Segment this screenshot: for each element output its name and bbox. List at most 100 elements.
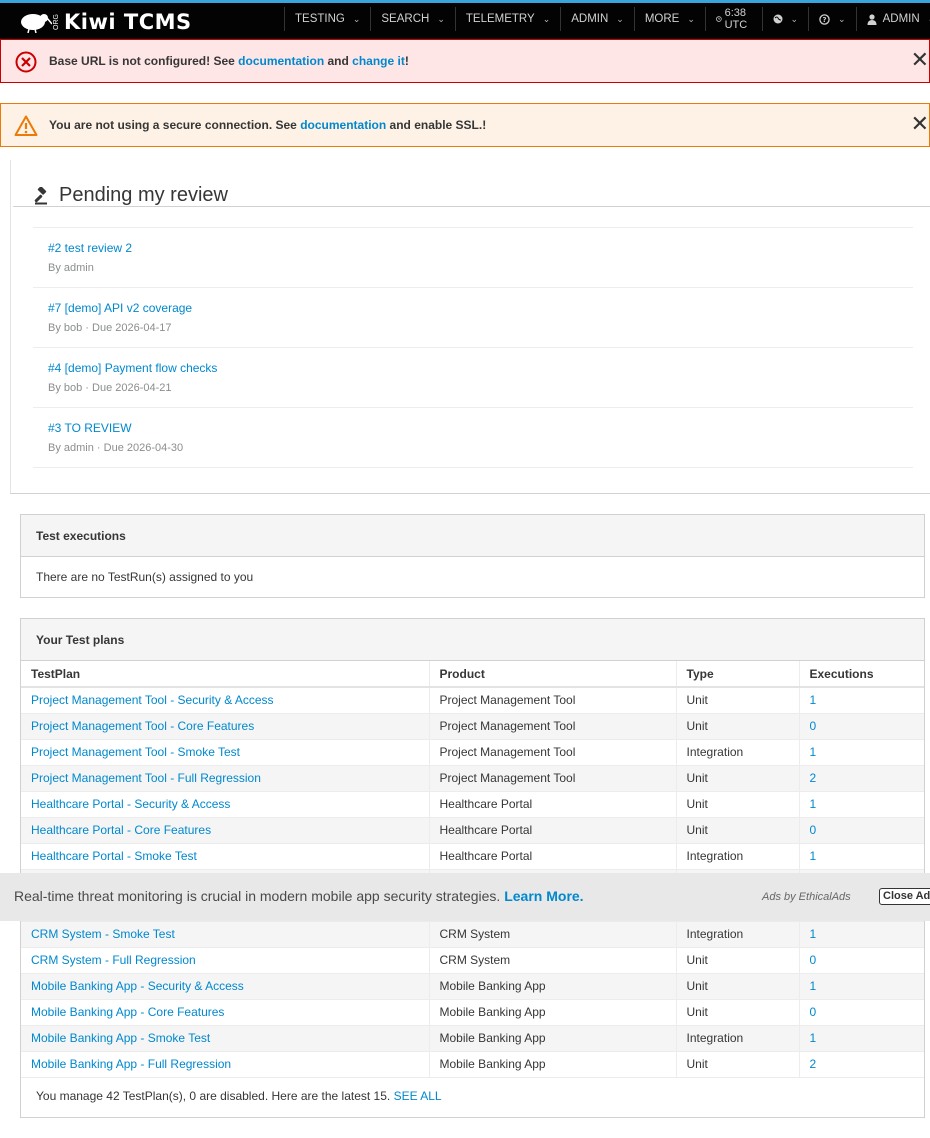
executions-cell: 0 bbox=[799, 713, 924, 740]
chevron-down-icon: ⌄ bbox=[616, 13, 624, 24]
table-row: CRM System - Smoke Test CRM System Integra… bbox=[21, 921, 924, 948]
column-header[interactable]: Type bbox=[676, 661, 800, 688]
plan-link[interactable]: Project Management Tool - Full Regressio… bbox=[31, 771, 261, 785]
alert-text-prefix: You are not using a secure connection. S… bbox=[49, 118, 301, 132]
column-header[interactable]: Product bbox=[429, 661, 677, 688]
table-row: Mobile Banking App - Core Features Mobile… bbox=[21, 999, 924, 1026]
nav-user-menu[interactable]: admin ⌄ bbox=[855, 7, 930, 31]
test-plans-table: TestPlan Product Type Executions Project… bbox=[21, 661, 924, 1078]
review-link[interactable]: #7 [demo] API v2 coverage bbox=[48, 301, 192, 315]
type-cell: Unit bbox=[676, 765, 800, 792]
product-cell: Project Management Tool bbox=[429, 687, 677, 714]
type-cell: Unit bbox=[676, 817, 800, 844]
executions-link[interactable]: 1 bbox=[810, 745, 817, 759]
nav-clock[interactable]: 6:38 UTC bbox=[704, 7, 762, 31]
ssl-alert-text: You are not using a secure connection. S… bbox=[49, 118, 486, 132]
nav-help-menu[interactable]: ? ⌄ bbox=[808, 7, 856, 31]
nav-testing-menu[interactable]: TESTING ⌄ bbox=[284, 7, 370, 31]
plan-name-cell: Project Management Tool - Security & Acc… bbox=[21, 687, 430, 714]
table-row: Project Management Tool - Core Features P… bbox=[21, 713, 924, 740]
close-icon[interactable]: ✕ bbox=[911, 113, 929, 135]
plan-name-cell: Project Management Tool - Smoke Test bbox=[21, 739, 430, 766]
close-icon[interactable]: ✕ bbox=[911, 49, 929, 71]
plan-link[interactable]: Mobile Banking App - Smoke Test bbox=[31, 1031, 210, 1045]
nav-more-menu[interactable]: MORE ⌄ bbox=[633, 7, 705, 31]
plan-link[interactable]: Healthcare Portal - Core Features bbox=[31, 823, 211, 837]
plan-link[interactable]: CRM System - Smoke Test bbox=[31, 927, 175, 941]
alert-text-suffix: ! bbox=[404, 54, 409, 68]
user-icon bbox=[867, 13, 877, 25]
gavel-icon bbox=[34, 186, 47, 204]
plan-link[interactable]: CRM System - Full Regression bbox=[31, 953, 196, 967]
executions-cell: 1 bbox=[799, 791, 924, 818]
close-ad-button[interactable]: Close Ad bbox=[879, 888, 930, 905]
type-cell: Unit bbox=[676, 791, 800, 818]
table-row: Mobile Banking App - Security & Access Mo… bbox=[21, 973, 924, 1000]
executions-link[interactable]: 1 bbox=[810, 927, 817, 941]
executions-link[interactable]: 0 bbox=[810, 953, 817, 967]
test-plans-panel: Your Test plans TestPlan Product Type Ex… bbox=[20, 618, 925, 1118]
top-navbar: ORG Kiwi TCMS TESTING ⌄ SEARCH ⌄ TELEMETRY… bbox=[0, 0, 930, 39]
executions-link[interactable]: 1 bbox=[810, 693, 817, 707]
plan-link[interactable]: Project Management Tool - Security & Acc… bbox=[31, 693, 274, 707]
chevron-down-icon: ⌄ bbox=[687, 13, 695, 24]
column-header[interactable]: Executions bbox=[799, 661, 924, 688]
table-row: Mobile Banking App - Full Regression Mobi… bbox=[21, 1051, 924, 1078]
alert-text-prefix: Base URL is not configured! See bbox=[49, 54, 239, 68]
list-item: #7 [demo] API v2 coverage By bob · Due 2… bbox=[33, 287, 913, 347]
plan-link[interactable]: Healthcare Portal - Security & Access bbox=[31, 797, 230, 811]
executions-link[interactable]: 0 bbox=[810, 1005, 817, 1019]
executions-link[interactable]: 1 bbox=[810, 849, 817, 863]
nav-telemetry-menu[interactable]: TELEMETRY ⌄ bbox=[454, 7, 560, 31]
table-row: Project Management Tool - Security & Acc… bbox=[21, 687, 924, 714]
nav-language-menu[interactable]: ⌄ bbox=[761, 7, 809, 31]
plan-link[interactable]: Mobile Banking App - Security & Access bbox=[31, 979, 244, 993]
executions-cell: 0 bbox=[799, 817, 924, 844]
nav-search-menu[interactable]: SEARCH ⌄ bbox=[370, 7, 454, 31]
brand-logo[interactable]: ORG Kiwi TCMS bbox=[18, 9, 192, 35]
ad-banner: Real-time threat monitoring is crucial i… bbox=[0, 873, 930, 921]
nav-admin-menu[interactable]: ADMIN ⌄ bbox=[560, 7, 634, 31]
executions-link[interactable]: 0 bbox=[810, 719, 817, 733]
product-cell: CRM System bbox=[429, 947, 677, 974]
review-link[interactable]: #3 TO REVIEW bbox=[48, 421, 132, 435]
base-url-alert-text: Base URL is not configured! See document… bbox=[49, 54, 409, 68]
table-row: Mobile Banking App - Smoke Test Mobile Ba… bbox=[21, 1025, 924, 1052]
executions-link[interactable]: 1 bbox=[810, 797, 817, 811]
executions-cell: 2 bbox=[799, 1051, 924, 1078]
product-cell: Project Management Tool bbox=[429, 765, 677, 792]
documentation-link[interactable]: documentation bbox=[300, 118, 386, 132]
executions-link[interactable]: 0 bbox=[810, 823, 817, 837]
ad-text-body: Real-time threat monitoring is crucial i… bbox=[14, 888, 505, 904]
clock-icon bbox=[715, 16, 722, 22]
plan-link[interactable]: Mobile Banking App - Full Regression bbox=[31, 1057, 231, 1071]
change-it-link[interactable]: change it bbox=[352, 54, 405, 68]
product-cell: Mobile Banking App bbox=[429, 999, 677, 1026]
executions-link[interactable]: 2 bbox=[810, 771, 817, 785]
review-link[interactable]: #4 [demo] Payment flow checks bbox=[48, 361, 217, 375]
plan-link[interactable]: Project Management Tool - Core Features bbox=[31, 719, 254, 733]
product-cell: Healthcare Portal bbox=[429, 791, 677, 818]
see-all-link[interactable]: SEE ALL bbox=[394, 1089, 442, 1103]
type-cell: Unit bbox=[676, 973, 800, 1000]
panel-title: Your Test plans bbox=[21, 619, 924, 661]
test-executions-panel: Test executions There are no TestRun(s) … bbox=[20, 514, 925, 598]
column-header[interactable]: TestPlan bbox=[21, 661, 430, 688]
error-circle-icon bbox=[15, 51, 37, 73]
executions-link[interactable]: 1 bbox=[810, 1031, 817, 1045]
chevron-down-icon: ⌄ bbox=[437, 13, 445, 24]
executions-link[interactable]: 1 bbox=[810, 979, 817, 993]
documentation-link[interactable]: documentation bbox=[238, 54, 324, 68]
review-link[interactable]: #2 test review 2 bbox=[48, 241, 132, 255]
ads-by-label[interactable]: Ads by EthicalAds bbox=[762, 891, 851, 903]
plan-name-cell: Healthcare Portal - Core Features bbox=[21, 817, 430, 844]
question-circle-icon: ? bbox=[819, 13, 830, 25]
type-cell: Unit bbox=[676, 999, 800, 1026]
executions-link[interactable]: 2 bbox=[810, 1057, 817, 1071]
plan-name-cell: Mobile Banking App - Smoke Test bbox=[21, 1025, 430, 1052]
plan-link[interactable]: Healthcare Portal - Smoke Test bbox=[31, 849, 197, 863]
plan-link[interactable]: Mobile Banking App - Core Features bbox=[31, 1005, 224, 1019]
review-list: #2 test review 2 By admin #7 [demo] API … bbox=[33, 227, 913, 468]
learn-more-link[interactable]: Learn More. bbox=[504, 888, 583, 904]
plan-link[interactable]: Project Management Tool - Smoke Test bbox=[31, 745, 240, 759]
